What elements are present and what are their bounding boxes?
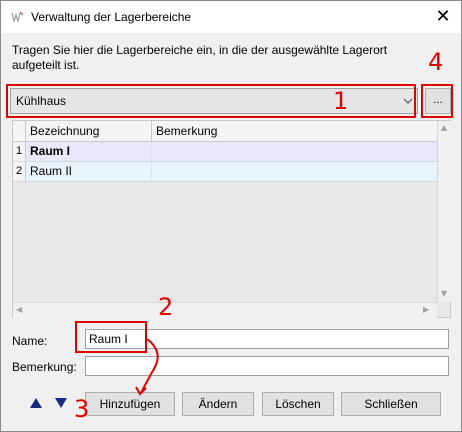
row-number: 1 [13,142,26,161]
cell-bemerkung[interactable] [152,162,437,181]
vertical-scrollbar[interactable]: ▲ ▼ [437,121,451,302]
delete-button[interactable]: Löschen [262,392,334,416]
storage-areas-table: Bezeichnung Bemerkung 1 Raum I 2 Raum II… [12,120,451,318]
annotation-box-1 [6,84,416,118]
cell-bezeichnung[interactable]: Raum II [26,162,152,181]
window-title: Verwaltung der Lagerbereiche [31,10,192,24]
close-icon[interactable]: ✕ [431,5,455,29]
app-icon [11,11,24,24]
move-down-icon[interactable] [53,395,69,411]
move-up-icon[interactable] [28,395,44,411]
annotation-number-1: 1 [333,87,349,115]
annotation-number-4: 4 [428,48,444,76]
row-number-header [13,121,26,141]
close-button[interactable]: Schließen [341,392,441,416]
scroll-up-icon[interactable]: ▲ [441,123,447,132]
cell-bemerkung[interactable] [152,142,437,161]
horizontal-scrollbar[interactable]: ◀ ▶ [13,302,437,318]
table-row[interactable]: 2 Raum II [13,162,437,182]
column-header-bezeichnung[interactable]: Bezeichnung [26,121,152,141]
scroll-right-icon[interactable]: ▶ [423,305,429,314]
bemerkung-label: Bemerkung: [12,360,77,374]
cell-bezeichnung[interactable]: Raum I [26,142,152,161]
annotation-arrow [135,338,159,396]
dialog-window: Verwaltung der Lagerbereiche ✕ Tragen Si… [0,0,462,432]
annotation-number-3: 3 [74,395,90,423]
title-bar: Verwaltung der Lagerbereiche ✕ [1,1,461,33]
annotation-number-2: 2 [158,293,174,321]
name-label: Name: [12,334,48,348]
annotation-box-4 [421,84,453,118]
scroll-left-icon[interactable]: ◀ [16,305,22,314]
row-number: 2 [13,162,26,181]
table-row[interactable]: 1 Raum I [13,142,437,162]
instructions-text: Tragen Sie hier die Lagerbereiche ein, i… [12,43,388,72]
change-button[interactable]: Ändern [182,392,254,416]
scroll-down-icon[interactable]: ▼ [441,289,447,298]
column-header-bemerkung[interactable]: Bemerkung [152,121,437,141]
table-header: Bezeichnung Bemerkung [13,121,437,142]
